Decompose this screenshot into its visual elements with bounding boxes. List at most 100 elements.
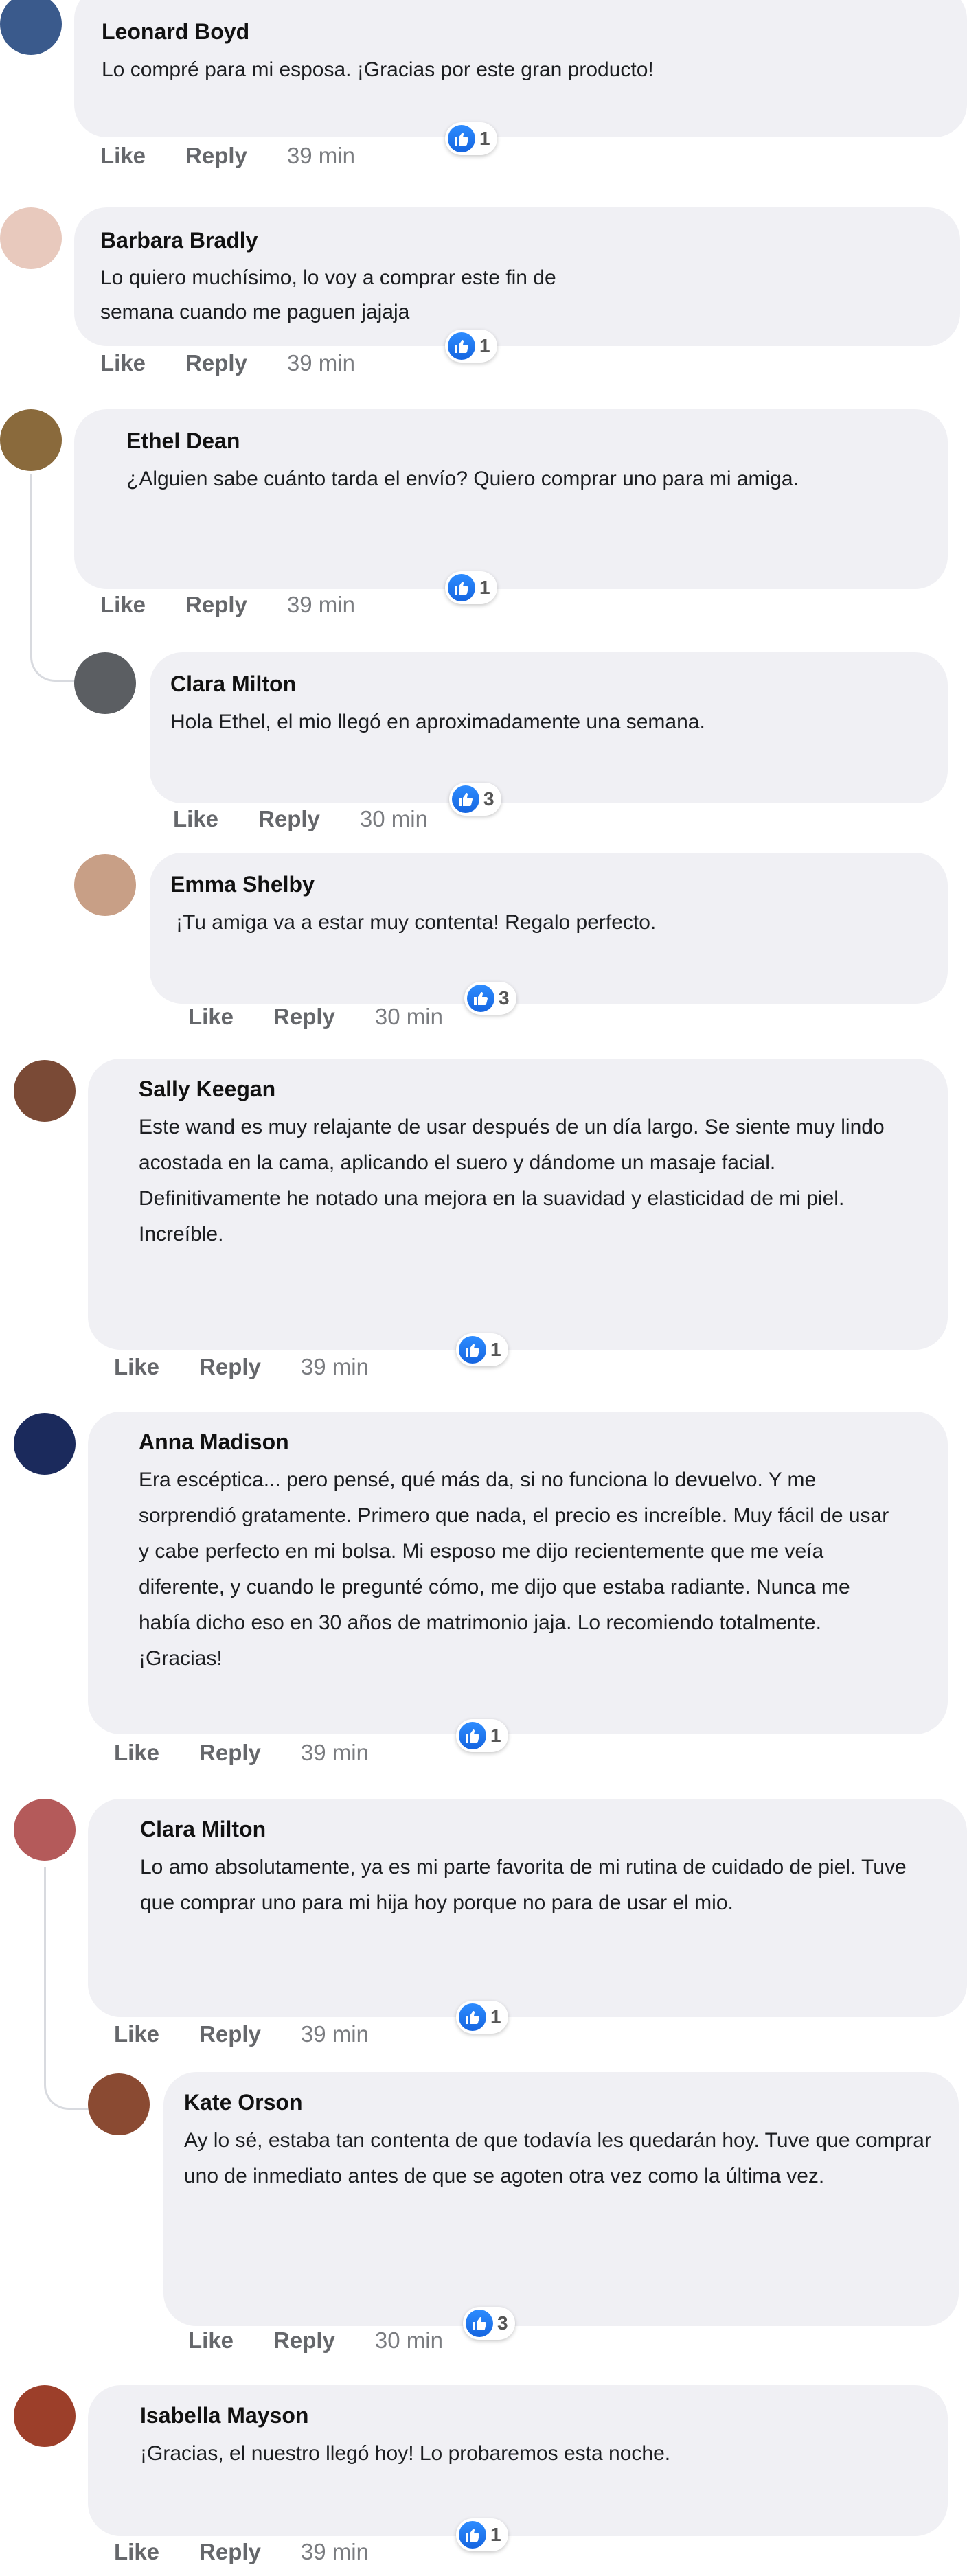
- comment-text: Ay lo sé, estaba tan contenta de que tod…: [184, 2129, 931, 2187]
- comment-actions: Like Reply 39 min: [100, 592, 355, 618]
- avatar[interactable]: [0, 409, 62, 471]
- thumbs-up-icon: [448, 125, 475, 152]
- avatar[interactable]: [14, 1799, 76, 1861]
- avatar[interactable]: [88, 2073, 150, 2135]
- reaction-count[interactable]: 1: [456, 1719, 508, 1752]
- comment-bubble: Emma Shelby ¡Tu amiga va a estar muy con…: [150, 853, 948, 1004]
- reply-button[interactable]: Reply: [273, 1004, 335, 1030]
- comment-bubble: Kate Orson Ay lo sé, estaba tan contenta…: [163, 2072, 959, 2326]
- avatar[interactable]: [74, 854, 136, 916]
- comment-text: ¡Tu amiga va a estar muy contenta! Regal…: [176, 911, 657, 934]
- reaction-count[interactable]: 3: [464, 982, 516, 1015]
- avatar[interactable]: [0, 0, 62, 55]
- comment-time[interactable]: 30 min: [360, 806, 428, 832]
- like-button[interactable]: Like: [188, 1004, 234, 1030]
- comment-author[interactable]: Ethel Dean: [126, 427, 896, 455]
- comment-author[interactable]: Barbara Bradly: [100, 227, 933, 254]
- like-button[interactable]: Like: [173, 806, 218, 832]
- comment-time[interactable]: 39 min: [301, 2021, 369, 2047]
- avatar[interactable]: [74, 652, 136, 714]
- comment-bubble: Ethel Dean ¿Alguien sabe cuánto tarda el…: [74, 409, 948, 589]
- comment-bubble: Isabella Mayson ¡Gracias, el nuestro lle…: [88, 2385, 948, 2536]
- comment-author[interactable]: Kate Orson: [184, 2089, 938, 2116]
- like-button[interactable]: Like: [188, 2327, 234, 2354]
- reply-button[interactable]: Reply: [199, 1740, 261, 1766]
- comment-time[interactable]: 39 min: [287, 350, 355, 376]
- like-button[interactable]: Like: [114, 2021, 159, 2047]
- reaction-count[interactable]: 1: [456, 2518, 508, 2551]
- reaction-count-value: 3: [497, 2312, 508, 2334]
- like-button[interactable]: Like: [114, 2539, 159, 2565]
- comment-time[interactable]: 39 min: [301, 2539, 369, 2565]
- like-button[interactable]: Like: [114, 1740, 159, 1766]
- comment-actions: Like Reply 39 min: [114, 1354, 369, 1380]
- like-button[interactable]: Like: [114, 1354, 159, 1380]
- comment-author[interactable]: Clara Milton: [170, 670, 927, 698]
- comment-bubble: Clara Milton Lo amo absolutamente, ya es…: [88, 1799, 967, 2017]
- reaction-count[interactable]: 3: [449, 783, 501, 816]
- avatar[interactable]: [14, 1413, 76, 1475]
- reply-button[interactable]: Reply: [258, 806, 320, 832]
- comment-actions: Like Reply 39 min: [114, 2021, 369, 2047]
- comment-bubble: Anna Madison Era escéptica... pero pensé…: [88, 1412, 948, 1734]
- like-button[interactable]: Like: [100, 592, 146, 618]
- comment-text: Hola Ethel, el mio llegó en aproximadame…: [170, 711, 705, 733]
- reaction-count[interactable]: 1: [445, 571, 497, 604]
- thumbs-up-icon: [459, 2521, 486, 2549]
- comment-time[interactable]: 39 min: [287, 143, 355, 169]
- reaction-count-value: 1: [490, 1725, 501, 1746]
- avatar[interactable]: [0, 207, 62, 269]
- thumbs-up-icon: [459, 2003, 486, 2031]
- reply-button[interactable]: Reply: [273, 2327, 335, 2354]
- comment-text: Lo quiero muchísimo, lo voy a comprar es…: [100, 266, 556, 323]
- comment-actions: Like Reply 30 min: [188, 2327, 443, 2354]
- avatar[interactable]: [14, 1060, 76, 1122]
- reaction-count[interactable]: 1: [445, 122, 497, 155]
- reply-button[interactable]: Reply: [199, 2021, 261, 2047]
- reply-button[interactable]: Reply: [199, 1354, 261, 1380]
- thumbs-up-icon: [452, 785, 479, 813]
- like-button[interactable]: Like: [100, 143, 146, 169]
- reaction-count[interactable]: 1: [456, 1333, 508, 1366]
- thumbs-up-icon: [448, 574, 475, 601]
- comment-author[interactable]: Sally Keegan: [139, 1075, 900, 1103]
- reaction-count[interactable]: 1: [456, 2001, 508, 2034]
- avatar[interactable]: [14, 2385, 76, 2447]
- reaction-count-value: 1: [490, 1339, 501, 1360]
- comment-author[interactable]: Emma Shelby: [170, 871, 927, 898]
- reaction-count[interactable]: 1: [445, 330, 497, 363]
- comment-actions: Like Reply 30 min: [188, 1004, 443, 1030]
- reply-button[interactable]: Reply: [185, 143, 247, 169]
- comment-text: Lo amo absolutamente, ya es mi parte fav…: [140, 1856, 907, 1914]
- comment-author[interactable]: Anna Madison: [139, 1428, 900, 1456]
- like-button[interactable]: Like: [100, 350, 146, 376]
- comment-bubble: Leonard Boyd Lo compré para mi esposa. ¡…: [74, 0, 967, 137]
- reaction-count[interactable]: 3: [463, 2307, 515, 2340]
- reply-button[interactable]: Reply: [185, 592, 247, 618]
- comment-time[interactable]: 39 min: [287, 592, 355, 618]
- thread-line: [44, 1867, 90, 2110]
- reply-button[interactable]: Reply: [185, 350, 247, 376]
- reaction-count-value: 1: [479, 128, 490, 149]
- comment-text: ¿Alguien sabe cuánto tarda el envío? Qui…: [126, 468, 799, 490]
- comment-actions: Like Reply 39 min: [100, 143, 355, 169]
- comment-time[interactable]: 39 min: [301, 1740, 369, 1766]
- comment-time[interactable]: 30 min: [375, 2327, 443, 2354]
- comment-text: Este wand es muy relajante de usar despu…: [139, 1116, 885, 1245]
- reaction-count-value: 1: [490, 2006, 501, 2027]
- comment-time[interactable]: 39 min: [301, 1354, 369, 1380]
- reaction-count-value: 1: [490, 2524, 501, 2545]
- comment-actions: Like Reply 39 min: [114, 2539, 369, 2565]
- comment-time[interactable]: 30 min: [375, 1004, 443, 1030]
- comment-bubble: Clara Milton Hola Ethel, el mio llegó en…: [150, 652, 948, 803]
- thread-line: [30, 474, 76, 682]
- thumbs-up-icon: [459, 1722, 486, 1749]
- comment-actions: Like Reply 39 min: [114, 1740, 369, 1766]
- comment-author[interactable]: Isabella Mayson: [140, 2402, 900, 2429]
- reaction-count-value: 1: [479, 335, 490, 356]
- comment-text: ¡Gracias, el nuestro llegó hoy! Lo proba…: [140, 2442, 671, 2465]
- thumbs-up-icon: [448, 332, 475, 360]
- comment-author[interactable]: Clara Milton: [140, 1815, 919, 1843]
- reply-button[interactable]: Reply: [199, 2539, 261, 2565]
- comment-author[interactable]: Leonard Boyd: [102, 18, 940, 45]
